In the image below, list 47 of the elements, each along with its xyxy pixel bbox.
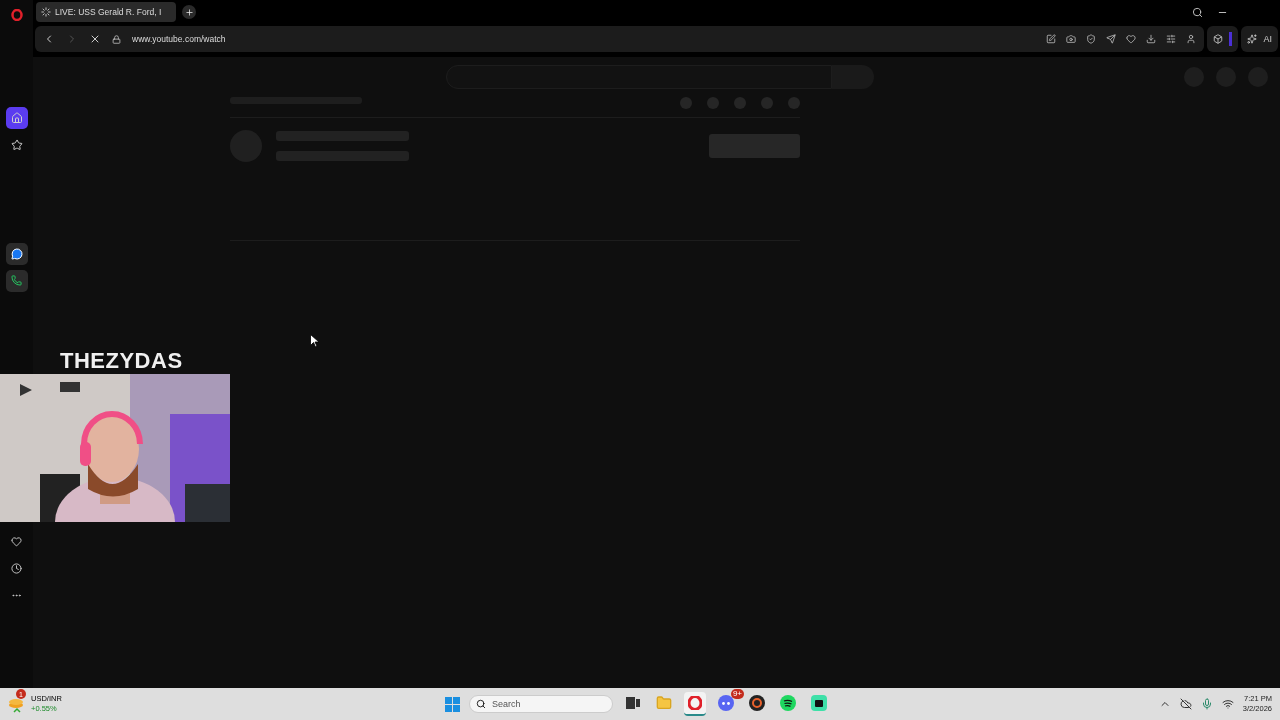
home-button[interactable] [5,107,28,130]
settings-icon[interactable] [1166,34,1177,44]
opera-icon[interactable] [688,696,702,710]
ai-button[interactable]: AI [1241,26,1278,52]
app-icon[interactable] [811,695,827,711]
stop-icon[interactable] [89,33,101,45]
chat-app-icon[interactable] [718,695,734,711]
streamer-name: THEZYDAS [60,347,184,374]
cursor-icon [310,334,319,348]
search-icon [476,699,486,709]
notification-badge: 9+ [730,689,744,699]
star-icon [10,139,23,152]
new-tab-button[interactable] [182,5,196,19]
home-icon [10,112,23,125]
address-bar[interactable]: www.youtube.com/watch [35,26,1205,52]
messenger-button[interactable] [5,242,28,265]
network-icon[interactable] [1221,698,1234,710]
url-text: www.youtube.com/watch [132,34,226,44]
heart-icon[interactable] [1126,34,1137,44]
start-icon[interactable] [445,696,460,712]
sparkle-icon [1247,34,1258,44]
edit-icon[interactable] [1046,34,1057,44]
search-field[interactable]: Search [469,695,613,713]
extensions-button[interactable] [1207,26,1239,52]
shield-icon[interactable] [1086,34,1097,44]
whatsapp-button[interactable] [5,269,28,292]
microphone-icon[interactable] [1200,698,1213,710]
clock-icon [11,563,22,575]
browser-logo-icon[interactable] [10,9,23,21]
cloud-off-icon[interactable] [1179,698,1192,710]
spinner-icon [41,7,51,17]
phone-icon [11,275,22,287]
lock-icon [112,34,121,44]
record-app-icon[interactable] [749,695,765,711]
download-icon[interactable] [1146,34,1157,44]
task-view-icon[interactable] [626,697,640,709]
cube-icon [1213,34,1224,44]
search-icon[interactable] [1192,6,1203,18]
chat-bubble-icon [10,247,23,260]
camera-icon[interactable] [1066,34,1077,44]
tab-title: LIVE: USS Gerald R. Ford, I [55,7,162,17]
heart-icon [11,536,22,548]
music-app-icon[interactable] [780,695,796,711]
profile-icon[interactable] [1186,34,1197,44]
browser-tab[interactable]: LIVE: USS Gerald R. Ford, I [36,2,176,22]
send-icon[interactable] [1106,34,1117,44]
plus-icon [184,7,194,17]
